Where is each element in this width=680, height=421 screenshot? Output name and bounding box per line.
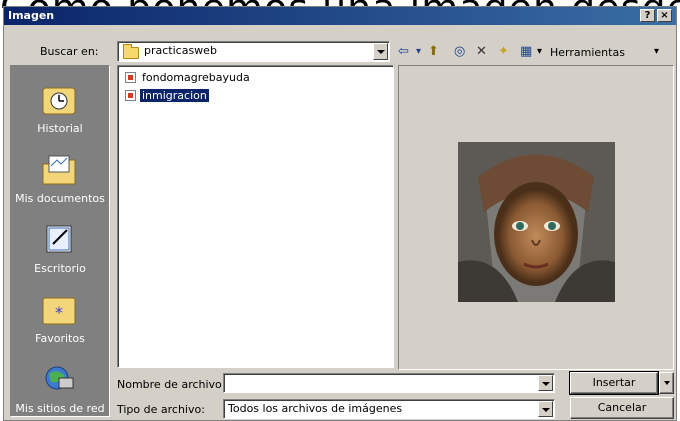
folder-icon [123,44,139,59]
views-icon[interactable]: ▦ [520,43,532,61]
file-list[interactable]: fondomagrebayuda inmigracion [117,65,394,368]
filetype-select[interactable]: Todos los archivos de imágenes [223,399,555,419]
close-button[interactable]: × [657,9,672,22]
tools-dropdown-icon[interactable]: ▾ [654,43,659,61]
image-file-icon [125,72,136,83]
filename-dropdown-arrow[interactable] [538,375,553,391]
place-mis-documentos[interactable]: Mis documentos [11,154,109,208]
place-label-mis-documentos: Mis documentos [15,192,105,205]
place-label-historial: Historial [37,122,83,135]
file-name: fondomagrebayuda [142,71,250,84]
search-web-icon[interactable]: ◎ [454,43,465,61]
lookin-combobox[interactable]: practicasweb [117,41,390,62]
back-icon[interactable]: ⇦ [398,43,409,61]
place-escritorio[interactable]: Escritorio [11,224,109,278]
filename-label: Nombre de archivo: [117,378,226,391]
help-button[interactable]: ? [640,9,655,22]
insert-options-dropdown[interactable] [659,372,674,394]
insert-button[interactable]: Insertar [569,371,659,395]
my-documents-icon [42,155,76,185]
place-favoritos[interactable]: * Favoritos [11,294,109,348]
filetype-value: Todos los archivos de imágenes [228,402,403,415]
history-icon [42,87,76,115]
insert-image-dialog: Imagen ? × Buscar en: practicasweb ⇦ ▾ ⬆… [3,6,677,421]
preview-image [458,142,615,302]
network-places-icon [45,366,74,390]
chevron-down-icon [663,381,670,385]
places-bar: Historial Mis documentos Escritorio * Fa… [10,65,110,417]
views-dropdown-icon[interactable]: ▾ [537,43,542,61]
place-label-mis-sitios-de-red: Mis sitios de red [15,402,105,415]
file-name: inmigracion [139,88,210,103]
preview-pane [398,65,674,370]
place-historial[interactable]: Historial [11,84,109,138]
lookin-value: practicasweb [144,44,217,57]
place-mis-sitios-de-red[interactable]: Mis sitios de red [11,364,109,418]
desktop-icon [46,225,72,253]
title-bar: Imagen ? × [4,7,676,25]
filetype-dropdown-arrow[interactable] [538,401,553,417]
place-label-favoritos: Favoritos [35,332,85,345]
lookin-label: Buscar en: [40,45,99,58]
filename-input[interactable] [223,373,555,393]
image-file-icon [125,90,136,101]
lookin-dropdown-arrow[interactable] [373,43,388,60]
place-label-escritorio: Escritorio [34,262,86,275]
file-item-selected[interactable]: inmigracion [123,88,323,103]
dialog-title: Imagen [8,9,55,22]
delete-icon[interactable]: ✕ [476,43,487,61]
filetype-label: Tipo de archivo: [117,403,205,416]
cancel-button[interactable]: Cancelar [570,397,674,419]
back-dropdown-icon[interactable]: ▾ [416,43,421,61]
tools-menu-button[interactable]: Herramientas [550,46,625,59]
up-one-level-icon[interactable]: ⬆ [428,43,439,61]
new-folder-icon[interactable]: ✦ [498,43,509,61]
screen: Cómo ponemos una imagen desde el program… [0,0,680,421]
favorites-icon: * [42,297,76,325]
file-item[interactable]: fondomagrebayuda [123,70,323,85]
svg-text:*: * [55,303,63,322]
